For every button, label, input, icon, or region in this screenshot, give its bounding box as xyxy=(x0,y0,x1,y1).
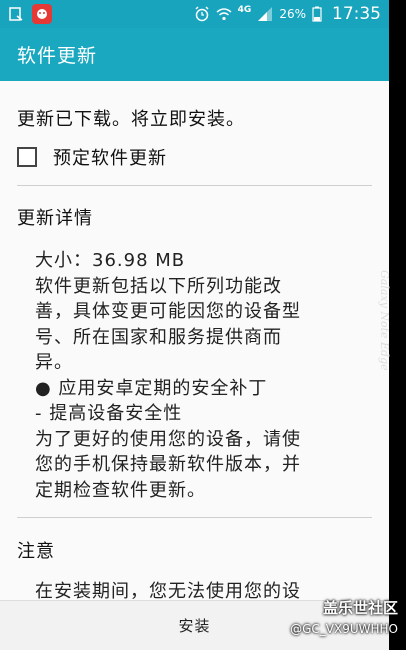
details-line: 大小：36.98 MB xyxy=(35,250,186,271)
details-line: 为了更好的使用您的设备，请使 xyxy=(35,428,301,450)
install-button[interactable]: 安装 xyxy=(178,615,210,636)
divider xyxy=(17,185,372,186)
update-details: 大小：36.98 MB 软件更新包括以下所列功能改 善，具体变更可能因您的设备型… xyxy=(35,248,365,503)
screen: 4G 26% 17:35 软件更新 更新已下载。将立即安装。 预定软件更新 更新… xyxy=(0,0,406,650)
watermark: 盖乐世社区 @GC_VX9UWHHO xyxy=(290,597,398,636)
signal-icon xyxy=(257,6,273,22)
schedule-update-label[interactable]: 预定软件更新 xyxy=(53,144,167,170)
details-section-title: 更新详情 xyxy=(17,208,93,229)
details-line: 软件更新包括以下所列功能改 xyxy=(35,275,282,297)
status-bar-left xyxy=(8,4,52,24)
watermark-handle: @GC_VX9UWHHO xyxy=(290,622,398,636)
details-line: 善，具体变更可能因您的设备型 xyxy=(35,301,301,322)
details-line: 您的手机保持最新软件版本，并 xyxy=(35,454,301,475)
app-notification-icon xyxy=(32,4,52,24)
status-time: 17:35 xyxy=(332,4,381,24)
screenshot-icon xyxy=(8,6,24,22)
wifi-icon xyxy=(216,6,232,22)
watermark-title: 盖乐世社区 xyxy=(322,599,398,617)
status-bar-right: 4G 26% 17:35 xyxy=(194,4,381,24)
divider xyxy=(17,517,372,518)
page-title: 软件更新 xyxy=(17,45,98,67)
edge-panel xyxy=(389,0,406,650)
notice-text: 在安装期间，您无法使用您的设 xyxy=(35,581,301,600)
edge-panel-label: Galaxy Note Edge xyxy=(378,270,391,371)
status-bar: 4G 26% 17:35 xyxy=(0,0,389,28)
details-line: 号、所在国家和服务提供商而 xyxy=(35,326,282,348)
details-line: - 提高设备安全性 xyxy=(35,403,183,424)
details-line: ● 应用安卓定期的安全补丁 xyxy=(35,377,268,399)
notice-section-title: 注意 xyxy=(17,541,55,562)
schedule-update-option[interactable]: 预定软件更新 xyxy=(17,144,167,170)
network-type-label: 4G xyxy=(237,5,252,15)
battery-percent: 26% xyxy=(279,7,306,21)
details-line: 定期检查软件更新。 xyxy=(35,479,206,501)
content-area[interactable]: 更新已下载。将立即安装。 预定软件更新 更新详情 大小：36.98 MB 软件更… xyxy=(0,81,389,600)
alarm-icon xyxy=(194,6,210,22)
schedule-update-checkbox[interactable] xyxy=(17,147,37,167)
action-bar: 软件更新 xyxy=(0,28,389,81)
download-status-message: 更新已下载。将立即安装。 xyxy=(17,109,245,130)
details-line: 异。 xyxy=(35,352,73,373)
battery-icon xyxy=(312,6,322,22)
